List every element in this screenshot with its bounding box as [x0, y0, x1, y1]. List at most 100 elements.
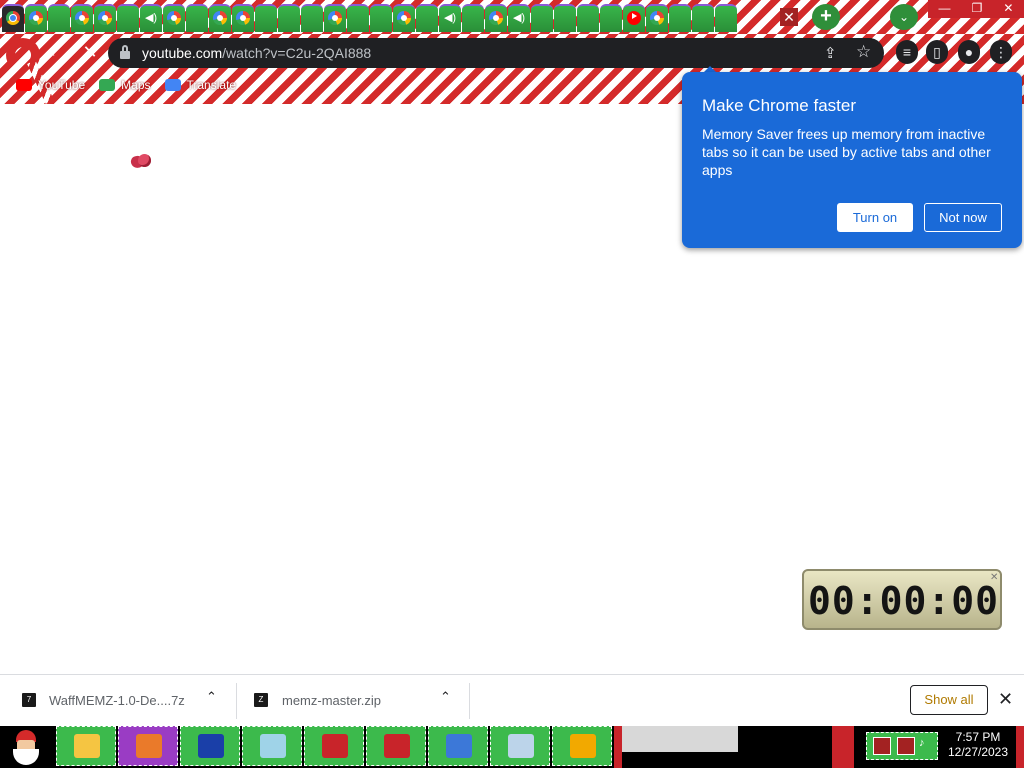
browser-tab[interactable] — [324, 4, 346, 32]
side-panel-icon[interactable]: ▯ — [926, 40, 948, 64]
browser-tab[interactable] — [600, 4, 622, 32]
taskbar-app[interactable] — [428, 726, 488, 766]
start-button-santa-icon[interactable] — [4, 728, 48, 766]
menu-icon[interactable]: ⋮ — [990, 40, 1012, 64]
turn-on-button[interactable]: Turn on — [837, 203, 913, 232]
maps-icon — [99, 79, 116, 91]
taskbar-app[interactable] — [304, 726, 364, 766]
close-shelf-icon[interactable]: ✕ — [998, 689, 1013, 710]
youtube-icon — [627, 11, 641, 25]
browser-tab[interactable] — [715, 4, 737, 32]
browser-tab[interactable] — [163, 4, 185, 32]
divider — [469, 683, 470, 719]
volume-icon[interactable]: ♪ — [919, 737, 931, 755]
browser-tab[interactable] — [370, 4, 392, 32]
address-bar[interactable]: youtube.com/watch?v=C2u-2QAI888 ⇪ ☆ — [108, 38, 884, 68]
reading-list-icon[interactable]: ≡ — [896, 40, 918, 64]
download-item[interactable]: 7 WaffMEMZ-1.0-De....7z ⌃ — [0, 675, 236, 726]
taskbar-app[interactable] — [490, 726, 550, 766]
browser-tab[interactable] — [669, 4, 691, 32]
tray-network-icon[interactable] — [897, 737, 915, 755]
show-desktop-button[interactable] — [1016, 726, 1024, 768]
browser-tab[interactable]: ◀) — [140, 4, 162, 32]
timer-close-icon[interactable]: ✕ — [990, 572, 998, 583]
show-all-button[interactable]: Show all — [910, 685, 988, 715]
stop-reload-button[interactable]: ✕ — [78, 40, 102, 64]
browser-tab[interactable] — [646, 4, 668, 32]
browser-tab[interactable] — [531, 4, 553, 32]
browser-tab[interactable] — [255, 4, 277, 32]
browser-tab[interactable] — [71, 4, 93, 32]
bookmark-label: Translate — [186, 78, 237, 92]
chevron-up-icon[interactable]: ⌃ — [206, 689, 217, 705]
7z-file-icon: 7 — [22, 693, 36, 707]
close-tab-button[interactable]: ✕ — [780, 8, 798, 26]
window-close-button[interactable]: ✕ — [1003, 0, 1013, 18]
toolbox-icon-2 — [384, 734, 410, 758]
browser-tab[interactable] — [347, 4, 369, 32]
browser-tab[interactable] — [462, 4, 484, 32]
taskbar-app[interactable] — [366, 726, 426, 766]
taskbar-separator — [832, 726, 854, 768]
download-shelf: 7 WaffMEMZ-1.0-De....7z ⌃ Z memz-master.… — [0, 674, 1024, 726]
lock-icon[interactable] — [120, 45, 130, 60]
minimize-button[interactable]: — — [939, 0, 951, 18]
browser-tab[interactable]: ◀) — [508, 4, 530, 32]
bookmark-maps[interactable]: Maps — [99, 78, 151, 92]
browser-tab[interactable] — [393, 4, 415, 32]
taskbar-blank-button[interactable] — [622, 726, 738, 752]
share-icon[interactable]: ⇪ — [824, 44, 837, 62]
tray-flag-icon[interactable] — [873, 737, 891, 755]
back-button[interactable]: ← — [40, 40, 64, 64]
download-filename: memz-master.zip — [282, 693, 381, 708]
bubble-title: Make Chrome faster — [702, 96, 856, 115]
browser-tab[interactable] — [25, 4, 47, 32]
taskbar-app[interactable] — [552, 726, 612, 766]
translate-icon — [164, 79, 181, 91]
browser-tab[interactable] — [186, 4, 208, 32]
browser-tab[interactable] — [692, 4, 714, 32]
browser-tab[interactable] — [48, 4, 70, 32]
clock-time: 7:57 PM — [955, 730, 1001, 744]
bookmark-youtube[interactable]: YouTube — [16, 78, 85, 92]
browser-tab[interactable] — [416, 4, 438, 32]
profile-avatar-icon[interactable]: ● — [958, 40, 980, 64]
toolbox-icon — [322, 734, 348, 758]
browser-tab[interactable] — [2, 4, 24, 32]
browser-tab[interactable] — [485, 4, 507, 32]
browser-tab[interactable] — [301, 4, 323, 32]
notepad-icon — [260, 734, 286, 758]
bookmark-translate[interactable]: Translate — [164, 78, 237, 92]
taskbar-app[interactable] — [242, 726, 302, 766]
chrome-taskbar-icon — [136, 734, 162, 758]
browser-tab[interactable] — [209, 4, 231, 32]
new-tab-button[interactable]: + — [812, 4, 840, 30]
taskbar-app[interactable] — [118, 726, 178, 766]
browser-tab[interactable] — [117, 4, 139, 32]
browser-tab[interactable] — [623, 4, 645, 32]
tab-search-button[interactable]: ⌄ — [890, 4, 918, 30]
taskbar-app[interactable] — [180, 726, 240, 766]
window-controls: — ❐ ✕ — [928, 0, 1024, 18]
system-tray: ♪ — [866, 732, 938, 760]
browser-tab[interactable] — [554, 4, 576, 32]
speaker-icon: ◀) — [443, 12, 457, 24]
clock[interactable]: 7:57 PM 12/27/2023 — [944, 730, 1012, 760]
bookmark-star-icon[interactable]: ☆ — [856, 42, 871, 62]
url-text[interactable]: youtube.com/watch?v=C2u-2QAI888 — [142, 45, 371, 61]
browser-tab[interactable]: ◀) — [439, 4, 461, 32]
browser-tab[interactable] — [577, 4, 599, 32]
browser-tab[interactable] — [94, 4, 116, 32]
bookmarks-bar: YouTube Maps Translate — [0, 74, 696, 96]
google-icon — [167, 11, 181, 25]
browser-tab[interactable] — [232, 4, 254, 32]
taskbar-app[interactable] — [56, 726, 116, 766]
timer-gadget[interactable]: 00:00:00 ✕ — [802, 569, 1002, 630]
download-item[interactable]: Z memz-master.zip ⌃ — [237, 675, 469, 726]
chevron-up-icon[interactable]: ⌃ — [440, 689, 451, 705]
timer-display: 00:00:00 — [808, 579, 1000, 623]
browser-tab[interactable] — [278, 4, 300, 32]
google-icon — [213, 11, 227, 25]
restore-button[interactable]: ❐ — [972, 0, 983, 18]
not-now-button[interactable]: Not now — [924, 203, 1002, 232]
